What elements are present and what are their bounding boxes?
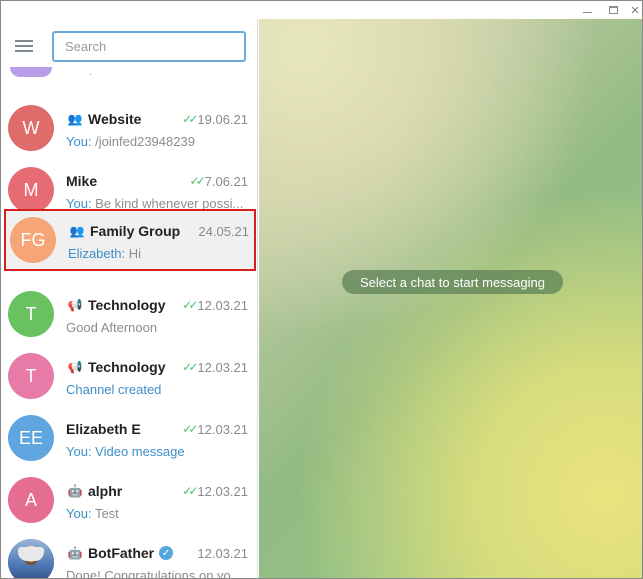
avatar-initials: M [23, 179, 39, 200]
chat-panel: Select a chat to start messaging [259, 19, 642, 578]
message-preview: You: Video message [66, 444, 246, 462]
hamburger-line-icon [15, 50, 33, 52]
message-text: Channel created [66, 382, 162, 397]
avatar: T [8, 353, 54, 399]
sender-label: You: [66, 506, 92, 521]
avatar-initials: FG [20, 229, 46, 250]
chat-botfather[interactable]: 🤖 BotFather ✓ 12.03.21 Done! Congratulat… [1, 531, 257, 579]
chat-date: 7.06.21 [204, 173, 248, 189]
read-check-icon: ✓✓ [182, 298, 198, 312]
partial-chat-preview: · [89, 69, 93, 80]
message-text: Test [91, 506, 119, 521]
read-check-icon: ✓✓ [182, 112, 198, 126]
read-check-icon: ✓✓ [189, 174, 206, 188]
sender-label: Elizabeth: [68, 246, 126, 261]
avatar-initials: T [25, 303, 37, 324]
chat-technology-1[interactable]: T 📢 Technology ✓✓ 12.03.21 Good Afternoon [1, 283, 257, 345]
avatar-initials: EE [18, 427, 43, 448]
avatar: EE [8, 415, 54, 461]
hamburger-line-icon [15, 45, 33, 47]
chat-name: Family Group [90, 223, 181, 239]
chat-name: Mike [66, 173, 98, 189]
hat-icon [18, 547, 44, 561]
avatar: T [8, 291, 54, 337]
chat-website[interactable]: W 👥 Website ✓✓ 19.06.21 You: /joinfed2394… [1, 97, 257, 159]
message-preview: Good Afternoon [66, 320, 246, 338]
sidebar-header [1, 19, 257, 71]
chat-header: 📢 Technology ✓✓ 12.03.21 [66, 358, 248, 376]
chat-name: Website [88, 111, 142, 127]
chat-name: BotFather [88, 545, 155, 561]
chat-date: 12.03.21 [197, 483, 248, 499]
avatar-initials: A [24, 489, 37, 510]
message-preview: Done! Congratulations on yo... [66, 568, 246, 579]
group-icon: 👥 [69, 224, 85, 238]
sender-label: You: [66, 134, 92, 149]
chat-header: 📢 Technology ✓✓ 12.03.21 [66, 296, 248, 314]
search-input[interactable] [52, 31, 246, 62]
sender-label: You: [66, 444, 92, 459]
chat-header: Elizabeth E ✓✓ 12.03.21 [66, 420, 248, 438]
avatar-initials: W [22, 117, 40, 138]
message-preview: Channel created [66, 382, 246, 400]
chat-technology-2[interactable]: T 📢 Technology ✓✓ 12.03.21 Channel create… [1, 345, 257, 407]
read-check-icon: ✓✓ [182, 484, 198, 498]
bot-icon: 🤖 [67, 484, 83, 498]
chat-name: Technology [88, 297, 166, 313]
empty-chat-hint: Select a chat to start messaging [342, 270, 563, 294]
message-preview: You: Test [66, 506, 246, 524]
avatar-initials: T [25, 365, 37, 386]
chat-date: 12.03.21 [197, 421, 248, 437]
chat-date: 12.03.21 [197, 359, 248, 375]
group-icon: 👥 [67, 112, 83, 126]
telegram-window: ✕ · W 👥 Website ✓✓19.06.21 You: /joinfed… [0, 0, 643, 579]
avatar: M [8, 167, 54, 213]
read-check-icon: ✓✓ [182, 360, 198, 374]
channel-icon: 📢 [67, 298, 83, 312]
chat-date: 19.06.21 [197, 111, 248, 127]
chat-date: 24.05.21 [198, 223, 249, 239]
message-text: Good Afternoon [66, 320, 158, 335]
chat-elizabeth-e[interactable]: EE Elizabeth E ✓✓ 12.03.21 You: Video mes… [1, 407, 257, 469]
chat-list-sidebar: · W 👥 Website ✓✓19.06.21 You: /joinfed23… [1, 19, 258, 579]
chat-header: 🤖 alphr ✓✓ 12.03.21 [66, 482, 248, 500]
maximize-icon [608, 6, 618, 14]
message-text: Video message [91, 444, 185, 459]
message-preview: You: /joinfed23948239 [66, 134, 246, 152]
channel-icon: 📢 [67, 360, 83, 374]
minimize-icon [582, 11, 592, 13]
chat-name: Elizabeth E [66, 421, 141, 437]
avatar: A [8, 477, 54, 523]
chat-name: Technology [88, 359, 166, 375]
message-text: /joinfed23948239 [91, 134, 195, 149]
chat-header: 🤖 BotFather ✓ 12.03.21 [66, 544, 248, 562]
hamburger-line-icon [15, 40, 33, 42]
message-preview: Elizabeth: Hi [68, 246, 248, 264]
message-text: Done! Congratulations on yo... [66, 568, 242, 579]
menu-button[interactable] [15, 39, 35, 53]
chat-family-group[interactable]: FG 👥 Family Group 24.05.21 Elizabeth: Hi [4, 209, 256, 271]
avatar: W [8, 105, 54, 151]
minimize-button[interactable] [573, 1, 601, 19]
chat-header: 👥 Family Group 24.05.21 [68, 222, 249, 240]
chat-name: alphr [88, 483, 123, 499]
chat-alphr[interactable]: A 🤖 alphr ✓✓ 12.03.21 You: Test [1, 469, 257, 531]
chat-header: 👥 Website ✓✓ 19.06.21 [66, 110, 248, 128]
title-bar: ✕ [1, 1, 642, 19]
chat-date: 12.03.21 [197, 297, 248, 313]
avatar [8, 539, 54, 578]
partial-chat-avatar [10, 67, 52, 77]
verified-icon: ✓ [159, 546, 174, 560]
message-text: Hi [125, 246, 141, 261]
close-icon: ✕ [630, 4, 640, 17]
avatar: FG [10, 217, 56, 263]
chat-header: Mike ✓✓ 7.06.21 [66, 172, 248, 190]
chat-date: 12.03.21 [197, 545, 248, 561]
read-check-icon: ✓✓ [182, 422, 198, 436]
close-button[interactable]: ✕ [621, 1, 642, 19]
bot-icon: 🤖 [67, 546, 83, 560]
